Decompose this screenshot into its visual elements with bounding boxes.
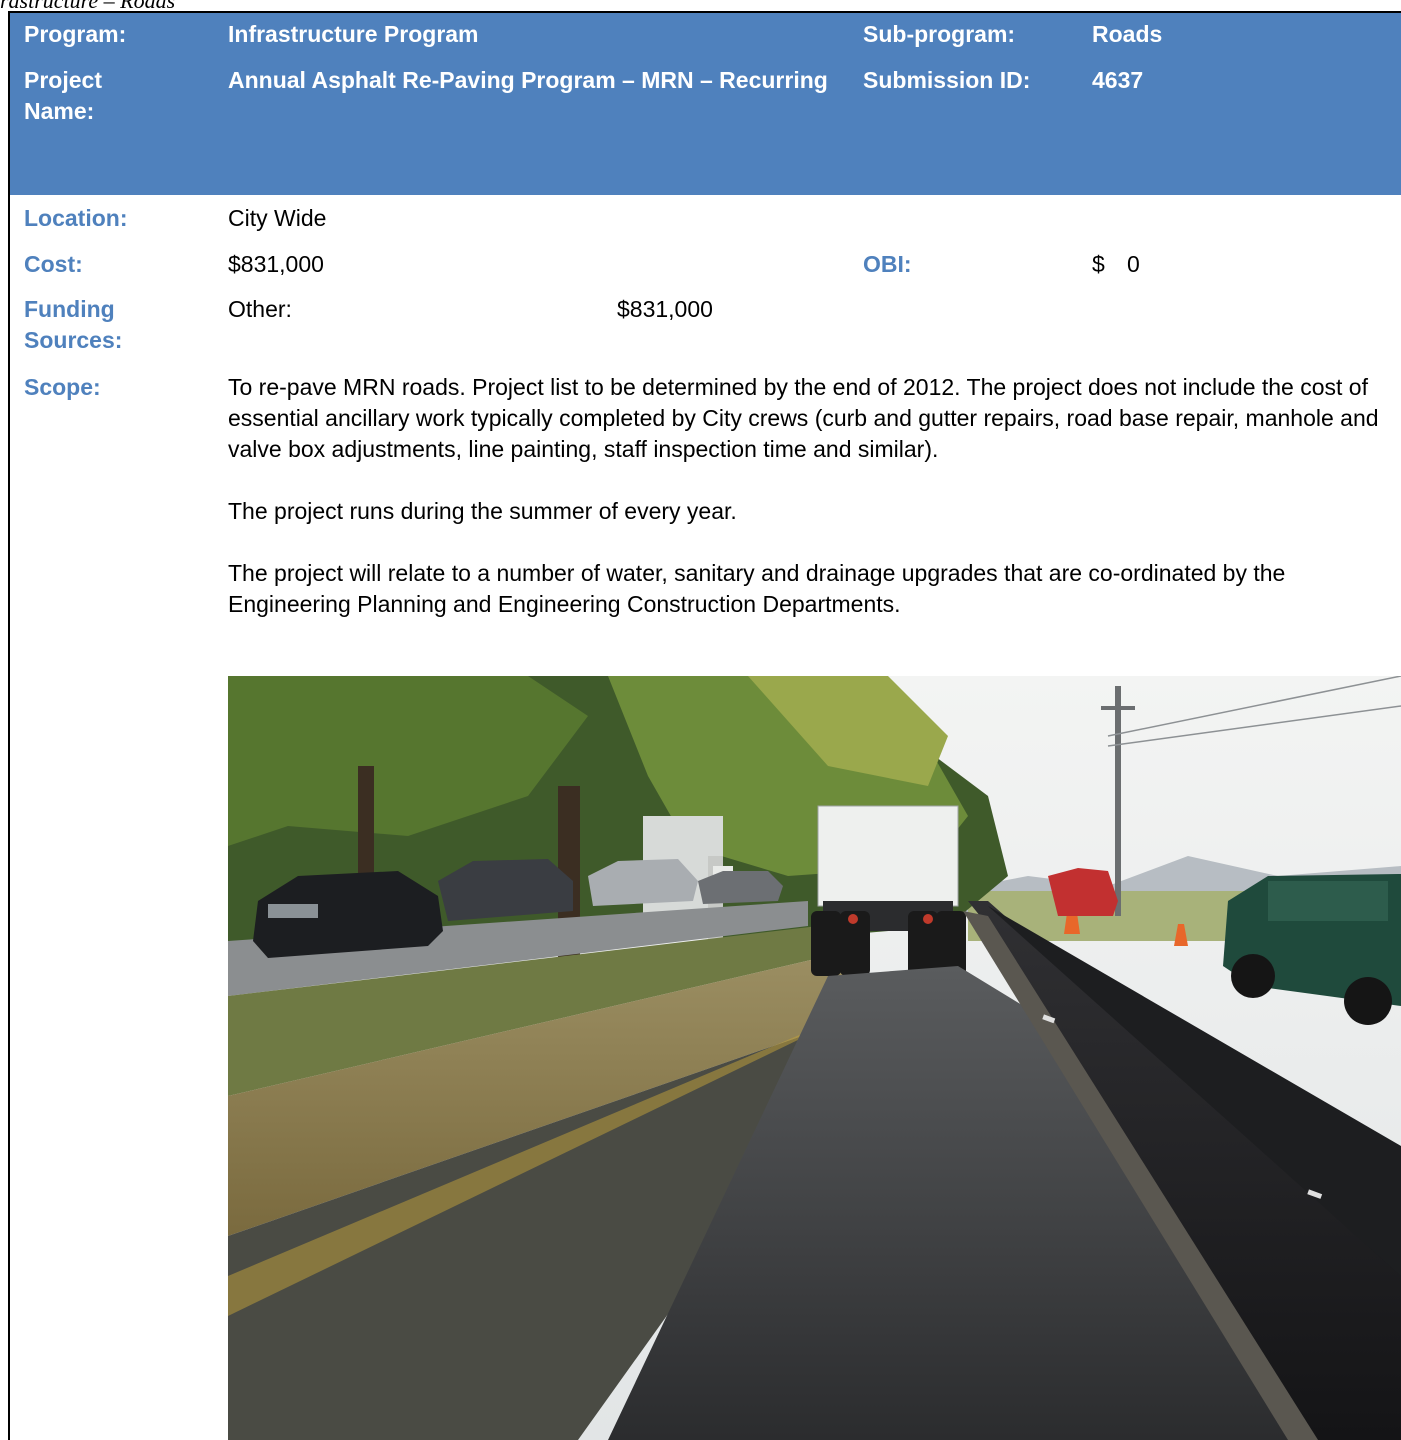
scope-label: Scope: bbox=[24, 374, 101, 400]
program-label: Program: bbox=[24, 21, 127, 47]
obi-value: 0 bbox=[1127, 251, 1140, 277]
cost-label: Cost: bbox=[24, 251, 83, 277]
location-label: Location: bbox=[24, 205, 128, 231]
obi-currency: $ bbox=[1092, 251, 1105, 277]
program-value: Infrastructure Program bbox=[228, 21, 479, 47]
funding-source-amount: $831,000 bbox=[617, 296, 713, 322]
project-name-value: Annual Asphalt Re-Paving Program – MRN –… bbox=[228, 67, 828, 93]
obi-label: OBI: bbox=[863, 251, 912, 277]
scope-text: To re-pave MRN roads. Project list to be… bbox=[228, 372, 1393, 651]
submission-id-label: Submission ID: bbox=[863, 67, 1031, 93]
funding-sources-label: Funding Sources: bbox=[24, 296, 123, 353]
road-repaving-photo-illustration bbox=[228, 676, 1401, 1440]
location-value: City Wide bbox=[228, 205, 327, 231]
scope-paragraph: The project runs during the summer of ev… bbox=[228, 498, 737, 524]
subprogram-label: Sub-program: bbox=[863, 21, 1016, 47]
project-header: Program: Infrastructure Program Sub-prog… bbox=[10, 13, 1401, 195]
cost-value: $831,000 bbox=[228, 251, 324, 277]
submission-id-value: 4637 bbox=[1092, 67, 1144, 93]
funding-source-name: Other: bbox=[228, 296, 292, 322]
scope-paragraph: The project will relate to a number of w… bbox=[228, 560, 1286, 617]
road-repaving-photo bbox=[228, 676, 1401, 1440]
scope-paragraph: To re-pave MRN roads. Project list to be… bbox=[228, 374, 1379, 462]
project-name-label: Project Name: bbox=[24, 67, 102, 124]
subprogram-value: Roads bbox=[1092, 21, 1163, 47]
